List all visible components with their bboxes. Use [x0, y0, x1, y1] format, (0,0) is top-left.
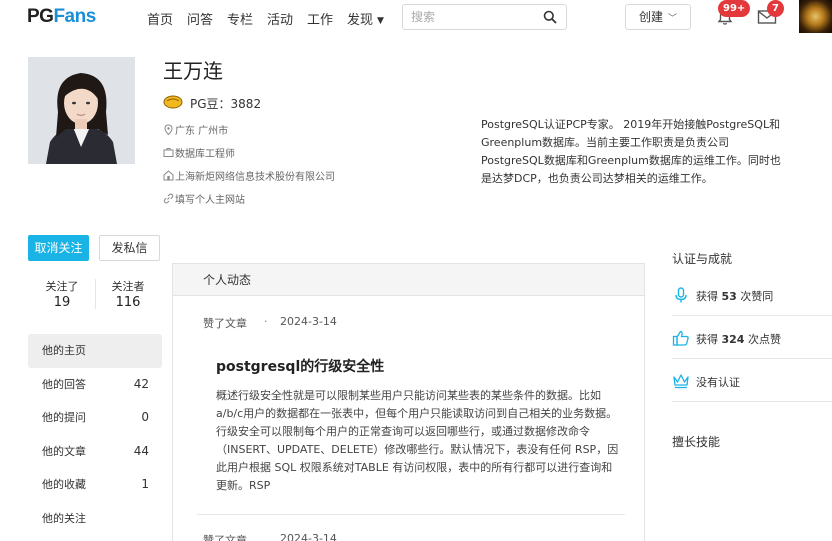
- search-icon[interactable]: [543, 10, 557, 24]
- achievement-upvotes: 获得 53 次赞同: [672, 274, 832, 316]
- profile-bio: PostgreSQL认证PCP专家。 2019年开始接触PostgreSQL和G…: [481, 118, 781, 185]
- profile-website[interactable]: 填写个人主网站: [163, 191, 245, 206]
- user-avatar[interactable]: [799, 0, 832, 33]
- link-icon: [163, 193, 174, 204]
- following-count: 19: [53, 295, 71, 310]
- stat-divider: [95, 279, 96, 309]
- profile-sidenav: 他的主页 他的回答 42 他的提问 0 他的文章 44 他的收藏 1 他的关注: [28, 334, 162, 535]
- chevron-down-icon: ▼: [377, 16, 384, 26]
- like-count: 324: [721, 333, 745, 346]
- nav-events[interactable]: 活动: [267, 9, 293, 28]
- profile-company: 上海新炬网络信息技术股份有限公司: [163, 168, 335, 183]
- search-box: [402, 4, 567, 30]
- profile-job: 数据库工程师: [163, 145, 235, 160]
- skills-title: 擅长技能: [672, 435, 721, 449]
- unfollow-button[interactable]: 取消关注: [28, 235, 89, 261]
- upvote-count: 53: [721, 290, 737, 303]
- sidenav-item-answers[interactable]: 他的回答 42: [28, 368, 162, 402]
- location-pin-icon: [164, 124, 173, 135]
- following-label: 关注了: [45, 280, 79, 293]
- activity-type: 赞了文章: [203, 317, 247, 330]
- send-message-button[interactable]: 发私信: [99, 235, 160, 261]
- answers-count: 42: [133, 376, 149, 391]
- certification-status: 没有认证: [696, 376, 740, 389]
- sidenav-item-favorites[interactable]: 他的收藏 1: [28, 468, 162, 502]
- profile-name: 王万连: [163, 59, 223, 83]
- profile-location: 广东 广州市: [163, 122, 228, 137]
- followers-count: 116: [115, 295, 141, 310]
- activity-divider: [197, 514, 625, 515]
- questions-count: 0: [141, 410, 149, 424]
- nav-questions[interactable]: 问答: [187, 9, 213, 28]
- followers-label: 关注者: [111, 280, 145, 293]
- create-dropdown-button[interactable]: 创建 ﹀: [625, 4, 691, 30]
- article-excerpt: 概述行级安全性就是可以限制某些用户只能访问某些表的某些条件的数据。比如a/b/c…: [216, 389, 619, 492]
- notification-count-badge: 99+: [718, 0, 751, 17]
- sidenav-item-articles[interactable]: 他的文章 44: [28, 435, 162, 469]
- briefcase-icon: [163, 148, 174, 157]
- achievement-likes: 获得 324 次点赞: [672, 317, 832, 359]
- achievements-title: 认证与成就: [672, 252, 733, 266]
- site-logo[interactable]: PGFans: [27, 6, 96, 28]
- nav-home[interactable]: 首页: [147, 9, 173, 28]
- nav-discover[interactable]: 发现 ▼: [347, 9, 384, 28]
- search-input[interactable]: [411, 9, 541, 25]
- nav-jobs[interactable]: 工作: [307, 9, 333, 28]
- activity-panel: 个人动态 赞了文章 · 2024-3-14 postgresql的行级安全性 概…: [172, 263, 645, 541]
- profile-photo: [28, 57, 135, 164]
- favorites-count: 1: [141, 477, 149, 491]
- followers-stat[interactable]: 关注者 116: [98, 278, 158, 310]
- person-portrait-icon: [28, 57, 135, 164]
- message-count-badge: 7: [767, 0, 784, 17]
- crown-icon: [673, 374, 689, 389]
- sidenav-item-home[interactable]: 他的主页: [28, 334, 162, 368]
- pg-points: PG豆：3882: [190, 97, 262, 111]
- activity-date: 2024-3-14: [280, 532, 337, 541]
- top-navbar: PGFans 首页 问答 专栏 活动 工作 发现▼ 创建﹀ 99+ 7: [0, 0, 832, 36]
- sidenav-item-questions[interactable]: 他的提问 0: [28, 401, 162, 435]
- chevron-down-icon: ﹀: [668, 14, 678, 24]
- thumbs-up-icon: [672, 330, 689, 346]
- activity-type: 赞了文章: [203, 534, 247, 541]
- following-stat[interactable]: 关注了 19: [32, 278, 92, 310]
- nav-columns[interactable]: 专栏: [227, 9, 253, 28]
- activity-date: 2024-3-14: [280, 315, 337, 328]
- sidenav-item-following[interactable]: 他的关注: [28, 502, 162, 536]
- achievement-certification: 没有认证: [672, 360, 832, 402]
- activity-panel-header: 个人动态: [173, 264, 644, 296]
- microphone-icon: [675, 287, 687, 303]
- pg-bean-icon: [163, 95, 183, 109]
- article-title-link[interactable]: postgresql的行级安全性: [216, 356, 384, 376]
- articles-count: 44: [133, 443, 149, 458]
- company-icon: [163, 170, 174, 181]
- activity-separator-dot: ·: [264, 315, 268, 328]
